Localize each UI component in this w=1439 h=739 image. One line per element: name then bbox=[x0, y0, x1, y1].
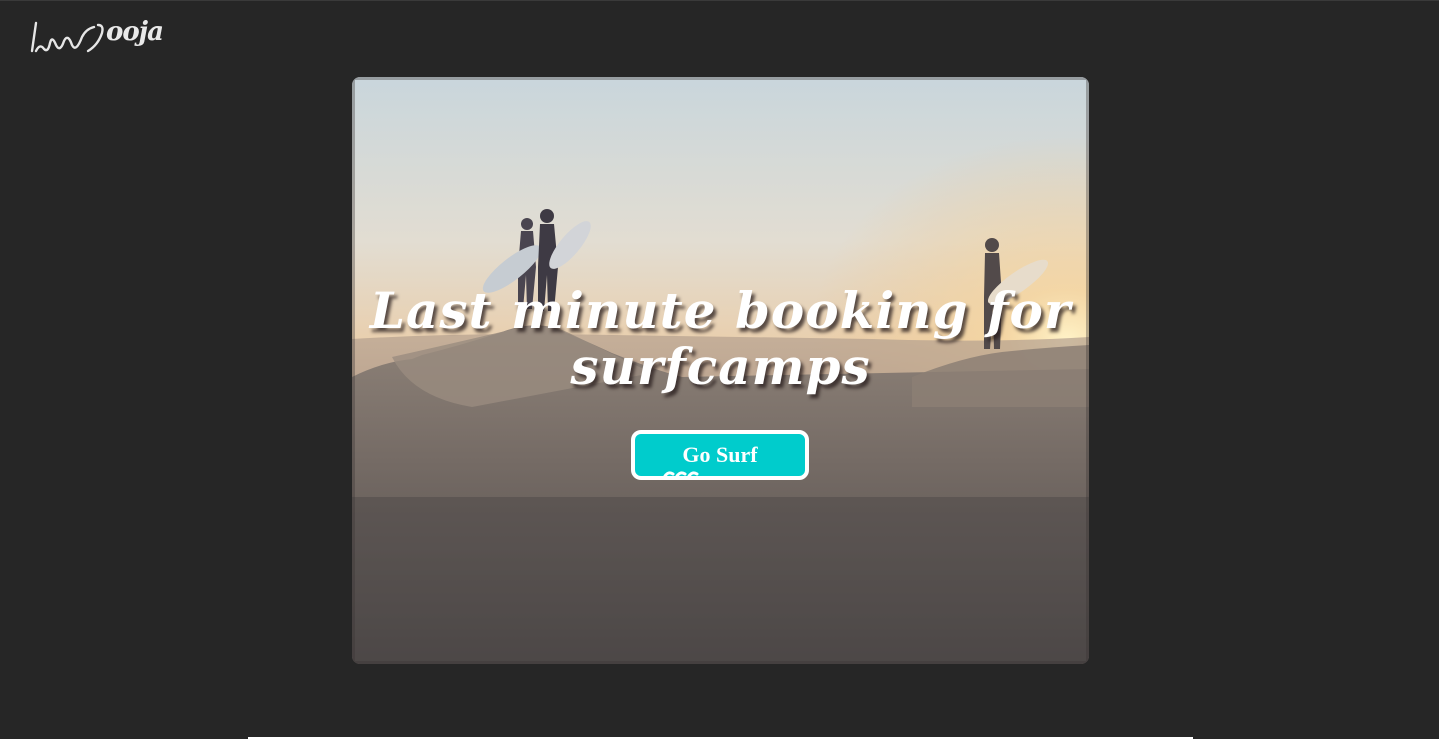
hero-banner: Last minute booking for surfcamps Go Sur… bbox=[352, 77, 1089, 664]
handwritten-wave-logo-icon bbox=[30, 21, 104, 53]
hero-title: Last minute booking for surfcamps bbox=[369, 281, 1072, 396]
brand-logo-text: ooja bbox=[106, 17, 164, 47]
go-surf-button-label: Go Surf bbox=[682, 442, 758, 467]
go-surf-button[interactable]: Go Surf bbox=[631, 430, 809, 480]
wave-icon bbox=[663, 471, 699, 476]
page: ooja Last minute booking for surfcamps G… bbox=[0, 0, 1439, 739]
brand-logo[interactable]: ooja bbox=[28, 15, 164, 61]
